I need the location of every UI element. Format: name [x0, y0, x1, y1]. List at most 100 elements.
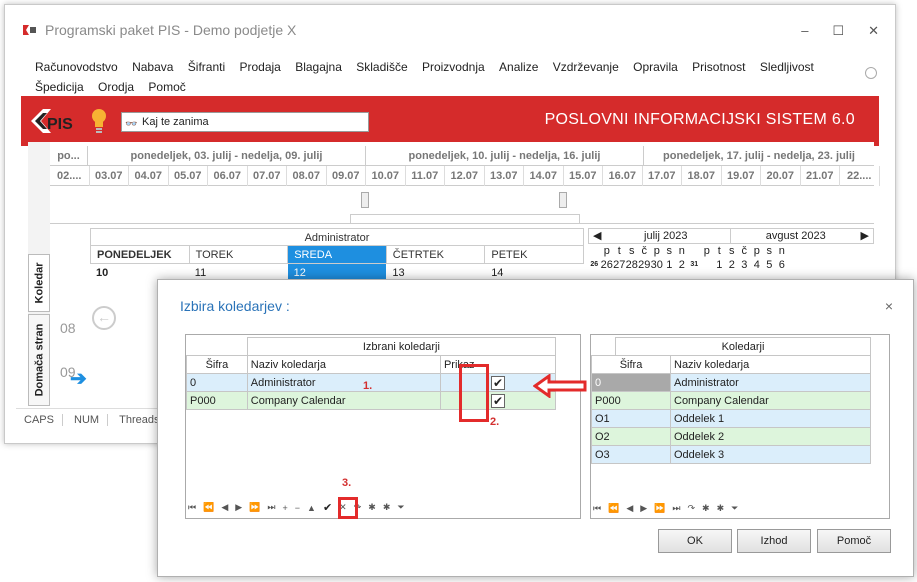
mini-day[interactable]: 27	[613, 258, 626, 272]
next-month-icon[interactable]: ▶	[861, 229, 873, 243]
prev-record-icon[interactable]: ◀	[221, 502, 228, 513]
next-page-icon[interactable]: ⏩	[654, 503, 665, 514]
day-header[interactable]: 20.07	[761, 166, 801, 186]
menu-blagajna[interactable]: Blagajna	[295, 57, 342, 77]
forward-arrow-icon[interactable]: ➔	[70, 366, 87, 391]
first-record-icon[interactable]: ⏮	[593, 503, 601, 514]
mini-day[interactable]: 4	[751, 258, 764, 272]
day-header[interactable]: 05.07	[169, 166, 208, 186]
day-header[interactable]: 11.07	[406, 166, 445, 186]
day-header[interactable]: 10.07	[366, 166, 406, 186]
menu-racunovodstvo[interactable]: Računovodstvo	[35, 57, 118, 77]
mini-day[interactable]: 2	[726, 258, 739, 272]
menu-collapse-icon[interactable]	[865, 67, 877, 79]
day-header[interactable]: 17.07	[643, 166, 682, 186]
menu-vzdrzevanje[interactable]: Vzdrževanje	[553, 57, 619, 77]
pis-logo[interactable]: PIS	[29, 107, 85, 135]
week-header[interactable]: ponedeljek, 03. julij - nedelja, 09. jul…	[88, 146, 366, 166]
menu-prodaja[interactable]: Prodaja	[239, 57, 280, 77]
prev-record-icon[interactable]: ◀	[626, 503, 633, 514]
day-header[interactable]: 03.07	[90, 166, 129, 186]
menu-skladisce[interactable]: Skladišče	[356, 57, 407, 77]
day-header[interactable]: 06.07	[208, 166, 248, 186]
help-button[interactable]: Pomoč	[817, 529, 891, 553]
week-header[interactable]: po...	[50, 146, 88, 166]
column-header[interactable]: Prikaz	[439, 355, 557, 374]
confirm-check-icon[interactable]: ✔	[323, 501, 332, 514]
week-header[interactable]: ponedeljek, 17. julij - nedelja, 23. jul…	[644, 146, 874, 166]
mini-day[interactable]: 6	[776, 258, 789, 272]
table-row[interactable]: O1 Oddelek 1	[591, 409, 871, 428]
menu-sifranti[interactable]: Šifranti	[188, 57, 225, 77]
day-header[interactable]: 21.07	[801, 166, 840, 186]
filter-icon[interactable]: ⏷	[397, 502, 404, 513]
show-checkbox[interactable]: ✔	[491, 375, 505, 390]
mini-day[interactable]: 3	[738, 258, 751, 272]
star-icon[interactable]: ✱	[702, 503, 710, 514]
menu-pomoc[interactable]: Pomoč	[148, 77, 185, 97]
prev-month-icon[interactable]: ◀	[589, 229, 601, 243]
star-icon[interactable]: ✱	[383, 502, 391, 513]
dialog-close-button[interactable]: ×	[885, 298, 893, 314]
mini-day[interactable]	[701, 258, 714, 272]
search-input[interactable]: 👓 Kaj te zanima	[121, 112, 369, 132]
mini-day[interactable]: 1	[713, 258, 726, 272]
day-header[interactable]: 12.07	[445, 166, 485, 186]
refresh-icon[interactable]: ↷	[688, 503, 696, 514]
next-record-icon[interactable]: ▶	[640, 503, 647, 514]
table-row[interactable]: P000 Company Calendar	[591, 391, 871, 410]
day-header[interactable]: 19.07	[722, 166, 761, 186]
column-header[interactable]: Naziv koledarja	[670, 355, 871, 374]
column-header[interactable]: Šifra	[186, 355, 248, 374]
mini-day[interactable]: 5	[763, 258, 776, 272]
filter-icon[interactable]: ⏷	[731, 503, 738, 514]
menu-opravila[interactable]: Opravila	[633, 57, 678, 77]
day-header[interactable]: 14.07	[524, 166, 564, 186]
tab-domaca-stran[interactable]: Domača stran	[28, 314, 50, 406]
timeline-scroll-area[interactable]	[50, 186, 874, 224]
column-header[interactable]: Naziv koledarja	[246, 355, 441, 374]
minimize-button[interactable]: –	[801, 23, 808, 39]
day-header[interactable]: 16.07	[603, 166, 643, 186]
table-row[interactable]: P000 Company Calendar ✔	[186, 391, 557, 410]
last-record-icon[interactable]: ⏭	[672, 503, 680, 514]
menu-analize[interactable]: Analize	[499, 57, 538, 77]
menu-spedicija[interactable]: Špedicija	[35, 77, 84, 97]
table-row[interactable]: 0 Administrator	[591, 373, 871, 392]
day-header[interactable]: 18.07	[682, 166, 722, 186]
day-header[interactable]: 15.07	[564, 166, 603, 186]
delete-icon[interactable]: −	[295, 503, 300, 513]
menu-sledljivost[interactable]: Sledljivost	[760, 57, 814, 77]
exit-button[interactable]: Izhod	[737, 529, 811, 553]
maximize-button[interactable]: ☐	[832, 23, 844, 39]
menu-orodja[interactable]: Orodja	[98, 77, 134, 97]
day-header[interactable]: 13.07	[485, 166, 524, 186]
mini-day[interactable]: 29	[638, 258, 651, 272]
ok-button[interactable]: OK	[658, 529, 732, 553]
next-record-icon[interactable]: ▶	[235, 502, 242, 513]
first-record-icon[interactable]: ⏮	[188, 502, 196, 513]
day-header[interactable]: 04.07	[129, 166, 169, 186]
menu-proizvodnja[interactable]: Proizvodnja	[422, 57, 485, 77]
mini-day[interactable]: 1	[663, 258, 676, 272]
menu-nabava[interactable]: Nabava	[132, 57, 173, 77]
prev-page-icon[interactable]: ⏪	[203, 502, 214, 513]
column-header[interactable]: Šifra	[591, 355, 671, 374]
add-icon[interactable]: +	[283, 503, 288, 513]
back-circle-icon[interactable]: ←	[92, 306, 116, 330]
table-row[interactable]: O3 Oddelek 3	[591, 445, 871, 464]
week-header[interactable]: ponedeljek, 10. julij - nedelja, 16. jul…	[366, 146, 644, 166]
day-header[interactable]: 02....	[50, 166, 90, 186]
mini-day[interactable]: 26	[601, 258, 614, 272]
lightbulb-icon[interactable]	[91, 108, 107, 134]
last-record-icon[interactable]: ⏭	[267, 502, 275, 513]
show-checkbox[interactable]: ✔	[491, 393, 505, 408]
mini-day[interactable]: 30	[651, 258, 664, 272]
day-header[interactable]: 09.07	[327, 166, 366, 186]
day-header[interactable]: 08.07	[287, 166, 327, 186]
close-button[interactable]: ✕	[868, 23, 879, 39]
star-icon[interactable]: ✱	[368, 502, 376, 513]
prev-page-icon[interactable]: ⏪	[608, 503, 619, 514]
star-icon[interactable]: ✱	[717, 503, 725, 514]
mini-day[interactable]: 2	[676, 258, 689, 272]
